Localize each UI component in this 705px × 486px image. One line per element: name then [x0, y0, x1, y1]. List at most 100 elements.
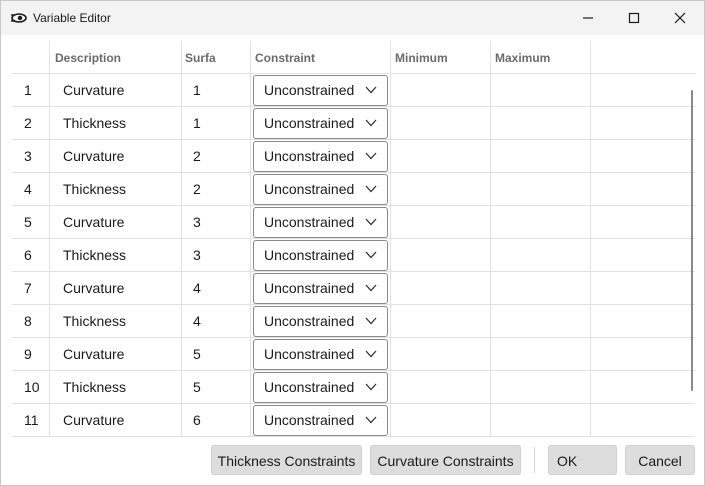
row-number: 7	[24, 280, 32, 296]
constraint-dropdown[interactable]: Unconstrained	[253, 339, 388, 370]
constraint-dropdown[interactable]: Unconstrained	[253, 240, 388, 271]
chevron-down-icon	[365, 317, 377, 325]
surface-cell: 1	[193, 115, 201, 131]
table-row[interactable]: 2 Thickness 1 Unconstrained	[12, 107, 695, 140]
window-title: Variable Editor	[33, 11, 111, 25]
header-constraint[interactable]: Constraint	[255, 41, 315, 73]
row-number: 2	[24, 115, 32, 131]
constraint-value: Unconstrained	[264, 346, 355, 362]
minimum-cell[interactable]	[393, 173, 489, 206]
maximum-cell[interactable]	[493, 305, 589, 338]
chevron-down-icon	[365, 119, 377, 127]
maximum-cell[interactable]	[493, 206, 589, 239]
row-number: 5	[24, 214, 32, 230]
constraint-value: Unconstrained	[264, 181, 355, 197]
maximum-cell[interactable]	[493, 404, 589, 437]
description-cell: Curvature	[63, 82, 125, 98]
minimum-cell[interactable]	[393, 74, 489, 107]
constraint-dropdown[interactable]: Unconstrained	[253, 75, 388, 106]
thickness-constraints-button[interactable]: Thickness Constraints	[211, 445, 362, 475]
maximum-cell[interactable]	[493, 239, 589, 272]
constraint-dropdown[interactable]: Unconstrained	[253, 405, 388, 436]
header-minimum[interactable]: Minimum	[395, 41, 448, 73]
chevron-down-icon	[365, 86, 377, 94]
maximum-cell[interactable]	[493, 140, 589, 173]
constraint-dropdown[interactable]: Unconstrained	[253, 174, 388, 205]
table-row[interactable]: 3 Curvature 2 Unconstrained	[12, 140, 695, 173]
chevron-down-icon	[365, 152, 377, 160]
title-bar[interactable]: Variable Editor	[1, 1, 704, 35]
header-surface[interactable]: Surfa	[185, 41, 216, 73]
minimum-cell[interactable]	[393, 305, 489, 338]
minimum-cell[interactable]	[393, 272, 489, 305]
description-cell: Curvature	[63, 148, 125, 164]
minimum-cell[interactable]	[393, 338, 489, 371]
chevron-down-icon	[365, 284, 377, 292]
header-maximum[interactable]: Maximum	[495, 41, 550, 73]
constraint-value: Unconstrained	[264, 313, 355, 329]
constraint-dropdown[interactable]: Unconstrained	[253, 273, 388, 304]
maximum-cell[interactable]	[493, 107, 589, 140]
close-button[interactable]	[657, 1, 703, 35]
constraint-value: Unconstrained	[264, 379, 355, 395]
table-row[interactable]: 7 Curvature 4 Unconstrained	[12, 272, 695, 305]
minimum-cell[interactable]	[393, 239, 489, 272]
minimum-cell[interactable]	[393, 404, 489, 437]
constraint-dropdown[interactable]: Unconstrained	[253, 372, 388, 403]
surface-cell: 5	[193, 379, 201, 395]
description-cell: Thickness	[63, 313, 127, 329]
table-row[interactable]: 11 Curvature 6 Unconstrained	[12, 404, 695, 437]
chevron-down-icon	[365, 350, 377, 358]
minimum-cell[interactable]	[393, 140, 489, 173]
surface-cell: 4	[193, 280, 201, 296]
maximum-cell[interactable]	[493, 272, 589, 305]
surface-cell: 6	[193, 412, 201, 428]
curvature-constraints-button[interactable]: Curvature Constraints	[370, 445, 521, 475]
surface-cell: 4	[193, 313, 201, 329]
maximum-cell[interactable]	[493, 371, 589, 404]
constraint-dropdown[interactable]: Unconstrained	[253, 141, 388, 172]
constraint-value: Unconstrained	[264, 148, 355, 164]
maximize-button[interactable]	[611, 1, 657, 35]
header-description[interactable]: Description	[55, 41, 121, 73]
description-cell: Thickness	[63, 379, 127, 395]
description-cell: Thickness	[63, 115, 127, 131]
minimum-cell[interactable]	[393, 107, 489, 140]
row-number: 9	[24, 346, 32, 362]
row-number: 8	[24, 313, 32, 329]
cancel-button[interactable]: Cancel	[625, 445, 695, 475]
chevron-down-icon	[365, 185, 377, 193]
constraint-dropdown[interactable]: Unconstrained	[253, 306, 388, 337]
variable-editor-window: Variable Editor Description Surfa Constr…	[0, 0, 705, 486]
table-row[interactable]: 8 Thickness 4 Unconstrained	[12, 305, 695, 338]
row-number: 11	[24, 412, 39, 428]
table-row[interactable]: 5 Curvature 3 Unconstrained	[12, 206, 695, 239]
table-row[interactable]: 6 Thickness 3 Unconstrained	[12, 239, 695, 272]
table-row[interactable]: 4 Thickness 2 Unconstrained	[12, 173, 695, 206]
constraint-dropdown[interactable]: Unconstrained	[253, 108, 388, 139]
chevron-down-icon	[365, 383, 377, 391]
minimum-cell[interactable]	[393, 371, 489, 404]
constraint-dropdown[interactable]: Unconstrained	[253, 207, 388, 238]
constraint-value: Unconstrained	[264, 214, 355, 230]
constraint-value: Unconstrained	[264, 115, 355, 131]
chevron-down-icon	[365, 251, 377, 259]
close-icon	[674, 12, 686, 24]
maximum-cell[interactable]	[493, 173, 589, 206]
variables-grid: Description Surfa Constraint Minimum Max…	[12, 41, 695, 437]
description-cell: Curvature	[63, 412, 125, 428]
vertical-scrollbar[interactable]	[691, 90, 693, 391]
eye-lens-icon	[11, 13, 27, 23]
maximum-cell[interactable]	[493, 74, 589, 107]
table-row[interactable]: 10 Thickness 5 Unconstrained	[12, 371, 695, 404]
ok-button[interactable]: OK	[548, 445, 617, 475]
row-number: 10	[24, 379, 40, 395]
constraint-value: Unconstrained	[264, 280, 355, 296]
minimize-button[interactable]	[565, 1, 611, 35]
surface-cell: 3	[193, 214, 201, 230]
maximum-cell[interactable]	[493, 338, 589, 371]
table-row[interactable]: 1 Curvature 1 Unconstrained	[12, 74, 695, 107]
minimum-cell[interactable]	[393, 206, 489, 239]
table-row[interactable]: 9 Curvature 5 Unconstrained	[12, 338, 695, 371]
row-number: 6	[24, 247, 32, 263]
